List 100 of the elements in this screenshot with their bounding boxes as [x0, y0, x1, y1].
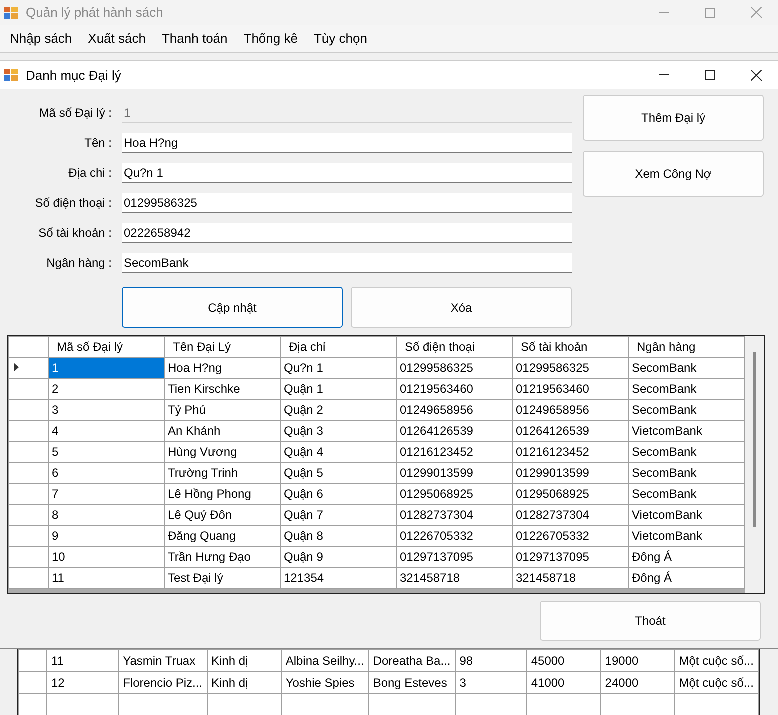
table-cell: 7 [48, 484, 164, 504]
field-label: Ngân hàng : [46, 256, 112, 270]
table-cell: VietcomBank [628, 420, 744, 442]
table-cell: 24000 [600, 672, 675, 694]
table-cell: SecomBank [628, 442, 744, 462]
table-cell: Kinh dị [207, 650, 282, 672]
table-cell: 01299013599 [396, 462, 512, 484]
column-header[interactable]: Mã số Đại lý [48, 336, 164, 358]
table-cell: Tỷ Phú [164, 400, 280, 420]
table-cell: Quận 8 [280, 526, 396, 546]
table-cell: VietcomBank [628, 526, 744, 546]
menu-item[interactable]: Tùy chọn [306, 31, 376, 46]
table-cell: 01264126539 [512, 420, 628, 442]
table-cell: 4 [48, 420, 164, 442]
field-label: Số điện thoại : [34, 196, 112, 210]
table-cell: 01216123452 [396, 442, 512, 462]
table-cell: 321458718 [396, 568, 512, 588]
table-cell: 1 [48, 358, 164, 378]
table-cell: 01295068925 [512, 484, 628, 504]
table-cell: Đông Á [628, 568, 744, 588]
table-cell: Florencio Piz... [118, 672, 207, 694]
table-cell: SecomBank [628, 462, 744, 484]
table-cell: 01297137095 [512, 546, 628, 568]
column-header[interactable]: Địa chỉ [280, 336, 396, 358]
table-cell: Doreatha Ba... [368, 650, 456, 672]
column-header[interactable]: Tên Đại Lý [164, 336, 280, 358]
table-cell: Kinh dị [207, 672, 282, 694]
menu-item[interactable]: Nhập sách [2, 31, 80, 46]
action-button[interactable]: Thêm Đại lý [583, 95, 764, 141]
table-cell: Hoa H?ng [164, 358, 280, 378]
table-cell: 01264126539 [396, 420, 512, 442]
table-cell: SecomBank [628, 358, 744, 378]
table-cell: 121354 [280, 568, 396, 588]
table-cell: 01299586325 [396, 358, 512, 378]
table-cell: 9 [48, 526, 164, 546]
exit-button[interactable]: Thoát [540, 601, 761, 641]
table-cell: Một cuộc số... [674, 650, 758, 672]
table-cell: An Khánh [164, 420, 280, 442]
text-field[interactable]: SecomBank [122, 253, 572, 273]
table-cell: Hùng Vương [164, 442, 280, 462]
table-cell: Lê Hồng Phong [164, 484, 280, 504]
table-cell: Quận 2 [280, 400, 396, 420]
table-cell: 01249658956 [512, 400, 628, 420]
table-cell: 11 [48, 568, 164, 588]
table-cell: Một cuộc số... [674, 672, 758, 694]
table-cell: Lê Quý Đôn [164, 504, 280, 526]
menu-item[interactable]: Thống kê [236, 31, 306, 46]
table-cell: 01226705332 [396, 526, 512, 546]
table-cell: Quận 1 [280, 378, 396, 400]
table-cell: Qu?n 1 [280, 358, 396, 378]
table-cell: 41000 [526, 672, 601, 694]
table-cell: Quận 9 [280, 546, 396, 568]
menu-item[interactable]: Xuất sách [80, 31, 154, 46]
scrollbar-thumb[interactable] [753, 352, 756, 527]
column-header[interactable]: Số điện thoại [396, 336, 512, 358]
column-header[interactable]: Số tài khoản [512, 336, 628, 358]
text-field[interactable]: Qu?n 1 [122, 163, 572, 183]
table-cell: SecomBank [628, 378, 744, 400]
row-pointer-icon [14, 363, 19, 372]
action-button[interactable]: Xem Công Nợ [583, 151, 764, 197]
table-cell: 01299013599 [512, 462, 628, 484]
table-cell: 01297137095 [396, 546, 512, 568]
table-cell: 01282737304 [512, 504, 628, 526]
table-cell: 11 [46, 650, 119, 672]
table-cell: SecomBank [628, 400, 744, 420]
field-label: Tên : [84, 136, 112, 150]
field-label: Địa chi : [68, 166, 112, 180]
maximize-icon[interactable] [705, 70, 715, 80]
table-cell: 10 [48, 546, 164, 568]
text-field[interactable]: 0222658942 [122, 223, 572, 243]
table-cell: 19000 [600, 650, 675, 672]
close-icon[interactable] [751, 70, 762, 80]
table-cell: Quận 6 [280, 484, 396, 504]
table-cell: Trần Hưng Đạo [164, 546, 280, 568]
action-button[interactable]: Cập nhật [122, 287, 343, 328]
table-cell: 01282737304 [396, 504, 512, 526]
table-cell: 01219563460 [512, 378, 628, 400]
table-cell: Quận 7 [280, 504, 396, 526]
action-button[interactable]: Xóa [351, 287, 572, 328]
table-cell: SecomBank [628, 484, 744, 504]
text-field[interactable]: 01299586325 [122, 193, 572, 213]
app-icon [4, 69, 18, 81]
field-label: Mã số Đại lý : [38, 106, 112, 120]
table-cell: Yoshie Spies [281, 672, 369, 694]
table-cell: Đông Á [628, 546, 744, 568]
menu-item[interactable]: Thanh toán [154, 31, 236, 46]
table-cell: 2 [48, 378, 164, 400]
table-cell: 12 [46, 672, 119, 694]
table-cell: 98 [455, 650, 527, 672]
table-cell: 01219563460 [396, 378, 512, 400]
table-cell: 01295068925 [396, 484, 512, 504]
dialog-title: Danh mục Đại lý [26, 68, 122, 82]
table-cell: Albina Seilhy... [281, 650, 369, 672]
table-cell: Yasmin Truax [118, 650, 207, 672]
table-cell: 6 [48, 462, 164, 484]
column-header[interactable]: Ngân hàng [628, 336, 744, 358]
table-cell: Trường Trinh [164, 462, 280, 484]
text-field[interactable]: Hoa H?ng [122, 133, 572, 153]
table-cell: Đăng Quang [164, 526, 280, 546]
table-cell: 01299586325 [512, 358, 628, 378]
